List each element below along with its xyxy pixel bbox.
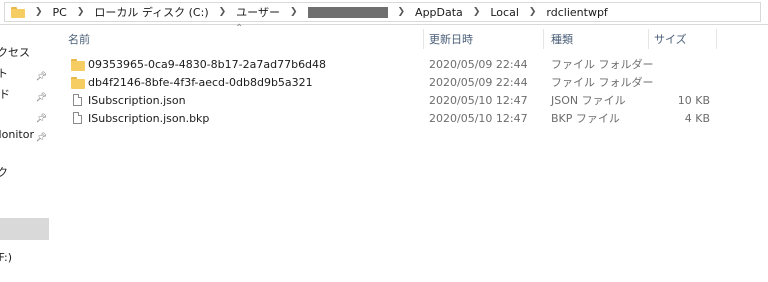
file-icon (73, 94, 82, 106)
breadcrumb-pc[interactable]: PC (53, 6, 67, 19)
chevron-right-icon[interactable]: ❯ (77, 7, 85, 17)
file-row[interactable]: ISubscription.json 2020/05/10 12:47 JSON… (52, 92, 768, 110)
breadcrumb-users[interactable]: ユーザー (236, 4, 280, 20)
file-modified: 2020/05/10 12:47 (429, 94, 528, 107)
column-header-modified[interactable]: 更新日時 (429, 25, 473, 52)
breadcrumb-username-redacted[interactable] (307, 6, 388, 18)
pin-icon: 📌︎ (35, 93, 47, 103)
column-divider[interactable] (543, 29, 544, 49)
column-header-size[interactable]: サイズ (654, 25, 687, 52)
chevron-right-icon[interactable]: ❯ (473, 7, 481, 17)
breadcrumb-local[interactable]: Local (490, 6, 519, 19)
file-modified: 2020/05/09 22:44 (429, 76, 528, 89)
file-name: ISubscription.json (88, 94, 186, 107)
folder-icon (11, 6, 25, 18)
column-header-row: ⌃ 名前 更新日時 種類 サイズ (52, 23, 768, 52)
file-modified: 2020/05/09 22:44 (429, 58, 528, 71)
file-type: ファイル フォルダー (551, 58, 654, 71)
nav-item-quick-access[interactable]: アクセス (0, 44, 52, 62)
nav-item-documents[interactable]: 📌︎ (0, 107, 52, 125)
chevron-right-icon[interactable]: ❯ (398, 7, 406, 17)
folder-icon (71, 77, 85, 89)
nav-item-selected[interactable] (0, 218, 49, 240)
file-type: ファイル フォルダー (551, 76, 654, 89)
file-type: JSON ファイル (551, 94, 626, 107)
column-divider[interactable] (648, 29, 649, 49)
chevron-right-icon[interactable]: ❯ (219, 7, 227, 17)
breadcrumb-appdata[interactable]: AppData (415, 6, 463, 19)
file-row[interactable]: db4f2146-8bfe-4f3f-aecd-0db8d9b5a321 202… (52, 74, 768, 92)
file-row[interactable]: 09353965-0ca9-4830-8b17-2a7ad77b6d48 202… (52, 56, 768, 74)
file-type: BKP ファイル (551, 112, 620, 125)
nav-item-drive-f[interactable]: F:) (0, 249, 52, 267)
pin-icon: 📌︎ (35, 72, 47, 82)
chevron-right-icon[interactable]: ❯ (35, 7, 43, 17)
pin-icon: 📌︎ (35, 133, 47, 143)
file-row[interactable]: ISubscription.json.bkp 2020/05/10 12:47 … (52, 110, 768, 128)
file-size: 4 KB (684, 112, 710, 125)
column-header-name[interactable]: 名前 (68, 25, 90, 52)
address-bar-area: ❯ PC ❯ ローカル ディスク (C:) ❯ ユーザー ❯ ❯ AppData… (0, 0, 768, 25)
folder-icon (71, 59, 85, 71)
nav-item-network[interactable]: ク (0, 164, 52, 182)
breadcrumb-rdclientwpf[interactable]: rdclientwpf (546, 6, 607, 19)
column-divider[interactable] (716, 29, 717, 49)
file-size: 10 KB (677, 94, 710, 107)
file-name: ISubscription.json.bkp (88, 112, 210, 125)
nav-item-downloads[interactable]: ド 📌︎ (0, 86, 52, 104)
chevron-right-icon[interactable]: ❯ (529, 7, 537, 17)
chevron-right-icon[interactable]: ❯ (290, 7, 298, 17)
file-name: 09353965-0ca9-4830-8b17-2a7ad77b6d48 (88, 58, 327, 71)
column-header-type[interactable]: 種類 (551, 25, 573, 52)
file-name: db4f2146-8bfe-4f3f-aecd-0db8d9b5a321 (88, 76, 313, 89)
file-modified: 2020/05/10 12:47 (429, 112, 528, 125)
address-bar[interactable]: ❯ PC ❯ ローカル ディスク (C:) ❯ ユーザー ❯ ❯ AppData… (4, 2, 761, 22)
nav-item-desktop[interactable]: ト 📌︎ (0, 65, 52, 83)
navigation-pane: アクセス ト 📌︎ ド 📌︎ 📌︎ Monitor 📌︎ ク F:) (0, 25, 52, 282)
breadcrumb-local-disk[interactable]: ローカル ディスク (C:) (94, 4, 208, 20)
breadcrumb: ❯ PC ❯ ローカル ディスク (C:) ❯ ユーザー ❯ ❯ AppData… (25, 4, 608, 20)
column-divider[interactable] (423, 29, 424, 49)
file-icon (73, 112, 82, 124)
nav-item-monitor[interactable]: Monitor 📌︎ (0, 126, 52, 144)
sort-ascending-icon: ⌃ (235, 23, 244, 34)
